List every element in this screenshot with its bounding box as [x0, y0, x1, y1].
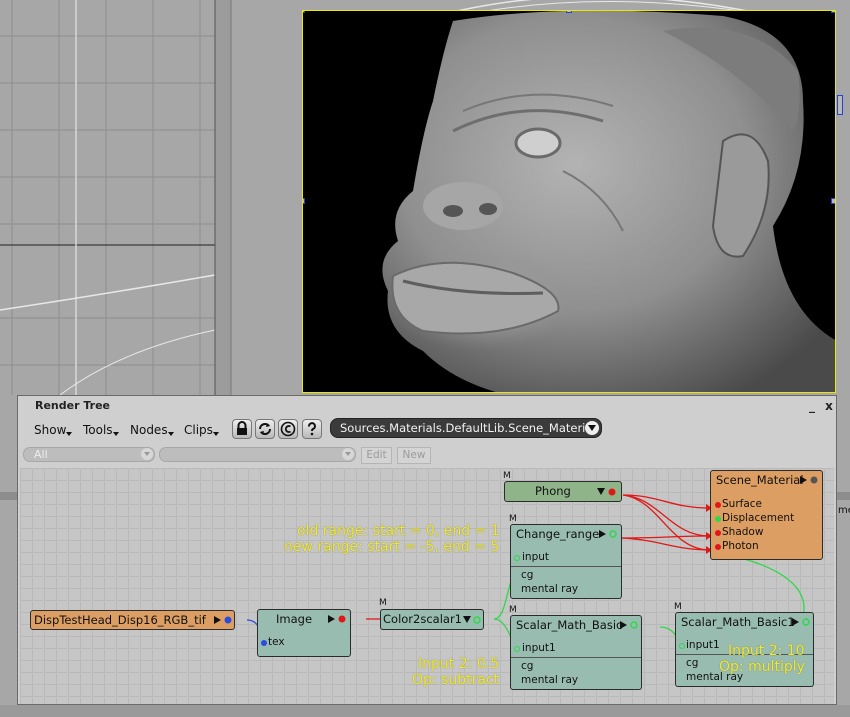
node-image-title: Image — [276, 612, 313, 626]
wire-phong-surface — [622, 494, 711, 509]
node-scalar-math-basic-title: Scalar_Math_Basic — [516, 618, 623, 632]
port-photon: Photon — [722, 540, 759, 552]
frame-handle-right-bar[interactable] — [837, 95, 843, 115]
node-disp-texture[interactable]: DispTestHead_Disp16_RGB_tif — [30, 610, 235, 630]
node-expand-icon[interactable] — [462, 615, 482, 625]
menu-clips[interactable]: Clips — [184, 423, 219, 437]
wire-phong-photon — [622, 494, 711, 551]
node-scalar-math-basic1-title: Scalar_Math_Basic1 — [681, 615, 795, 629]
render-tree-toolbar: Show Tools Nodes Clips Sources.Materials… — [18, 416, 836, 444]
dropdown-arrow-icon — [141, 448, 153, 460]
scalar-math-m-flag: M — [509, 605, 517, 615]
port-input-dot[interactable] — [514, 555, 520, 561]
chevron-down-icon[interactable] — [585, 421, 599, 435]
change-range-cg: cg — [521, 569, 534, 581]
material-path-selector[interactable]: Sources.Materials.DefaultLib.Scene_Mater… — [330, 418, 602, 438]
annotation-op-b: Op: multiply — [719, 659, 805, 675]
port-photon-dot[interactable] — [715, 544, 721, 550]
copyright-button[interactable] — [278, 419, 298, 439]
port-tex-dot[interactable] — [261, 640, 267, 646]
port-input1: input1 — [686, 639, 720, 651]
port-shadow-dot[interactable] — [715, 530, 721, 536]
port-input1-dot[interactable] — [514, 646, 520, 652]
port-input1-dot[interactable] — [679, 643, 685, 649]
node-image[interactable]: Image tex — [257, 609, 351, 657]
node-expand-icon[interactable] — [799, 475, 819, 485]
node-expand-icon[interactable] — [213, 615, 233, 625]
scalar-math1-m-flag: M — [674, 602, 682, 612]
node-expand-icon[interactable] — [619, 620, 639, 630]
render-tree-filterbar: All Edit New — [18, 444, 836, 466]
node-expand-icon[interactable] — [598, 529, 618, 539]
annotation-input2-a: Input 2: 0.5 — [418, 656, 500, 672]
menu-nodes[interactable]: Nodes — [130, 423, 174, 437]
filter-dropdown-all[interactable]: All — [23, 447, 155, 462]
filter-dropdown-value: All — [34, 448, 48, 461]
render-tree-titlebar[interactable]: Render Tree _ x — [18, 396, 836, 416]
node-expand-icon[interactable] — [327, 614, 347, 624]
minimize-button[interactable]: _ — [805, 399, 819, 413]
material-path-text: Sources.Materials.DefaultLib.Scene_Mater… — [340, 421, 586, 435]
node-expand-icon[interactable] — [791, 617, 811, 627]
node-expand-icon[interactable] — [596, 487, 618, 497]
menu-show[interactable]: Show — [34, 423, 73, 437]
port-shadow: Shadow — [722, 526, 764, 538]
node-disp-texture-title: DispTestHead_Disp16_RGB_tif — [34, 613, 206, 627]
scalar-math-mentalray: mental ray — [521, 674, 579, 686]
frame-handle-mid-left[interactable] — [303, 198, 305, 204]
node-change-range[interactable]: Change_range input cg mental ray — [510, 524, 622, 599]
port-input: input — [522, 551, 550, 563]
node-phong-title: Phong — [535, 484, 571, 498]
filter-dropdown-secondary[interactable] — [159, 447, 356, 462]
node-scene-material[interactable]: Scene_Material Surface Displacement Shad… — [710, 470, 823, 560]
lock-icon — [237, 421, 247, 435]
annotation-new-range: new range: start = -5, end = 5 — [284, 539, 500, 555]
scalar-math1-cg: cg — [686, 657, 699, 669]
wire-changerange-shadow — [621, 535, 711, 539]
port-tex: tex — [268, 636, 285, 648]
node-scalar-math-basic[interactable]: Scalar_Math_Basic input1 cg mental ray — [510, 615, 642, 690]
refresh-button[interactable] — [255, 419, 275, 439]
change-range-m-flag: M — [509, 514, 517, 524]
help-icon — [308, 422, 316, 436]
port-displacement-dot[interactable] — [715, 516, 721, 522]
lock-button[interactable] — [232, 419, 252, 439]
port-surface: Surface — [722, 498, 763, 510]
refresh-icon — [259, 423, 271, 435]
frame-handle-top-left[interactable] — [303, 11, 305, 13]
annotation-old-range: old range: start = 0, end = 1 — [297, 523, 500, 539]
copyright-icon — [280, 421, 296, 437]
render-tree-title: Render Tree — [35, 399, 110, 412]
node-color2scalar[interactable]: Color2scalar1 — [380, 609, 484, 630]
frame-handle-top-right[interactable] — [831, 11, 835, 13]
render-region — [302, 10, 836, 393]
node-scene-material-title: Scene_Material — [716, 473, 804, 487]
port-displacement: Displacement — [722, 512, 795, 524]
color2scalar-m-flag: M — [379, 598, 387, 608]
head-render-image — [382, 11, 835, 392]
frame-handle-top-center[interactable] — [566, 11, 572, 13]
close-button[interactable]: x — [822, 399, 836, 413]
node-change-range-title: Change_range — [516, 527, 600, 541]
node-phong[interactable]: Phong — [504, 481, 622, 502]
new-button[interactable]: New — [397, 447, 431, 464]
scalar-math-cg: cg — [521, 660, 534, 672]
port-input1: input1 — [522, 642, 556, 654]
edit-button[interactable]: Edit — [361, 447, 392, 464]
node-color2scalar-title: Color2scalar1 — [383, 612, 462, 626]
annotation-op-a: Op: subtract — [412, 672, 500, 688]
node-graph-canvas[interactable]: M Phong Scene_Material Surface Displacem… — [20, 468, 834, 704]
phong-m-flag: M — [503, 471, 511, 481]
help-button[interactable] — [302, 419, 322, 439]
frame-handle-mid-right[interactable] — [831, 198, 835, 204]
change-range-mentalray: mental ray — [521, 583, 579, 595]
edge-label: me — [838, 505, 850, 516]
render-tree-window: Render Tree _ x Show Tools Nodes Clips S… — [17, 395, 837, 705]
dropdown-arrow-icon — [342, 448, 354, 460]
port-surface-dot[interactable] — [715, 502, 721, 508]
menu-tools[interactable]: Tools — [83, 423, 119, 437]
annotation-input2-b: Input 2: 10 — [728, 643, 805, 659]
